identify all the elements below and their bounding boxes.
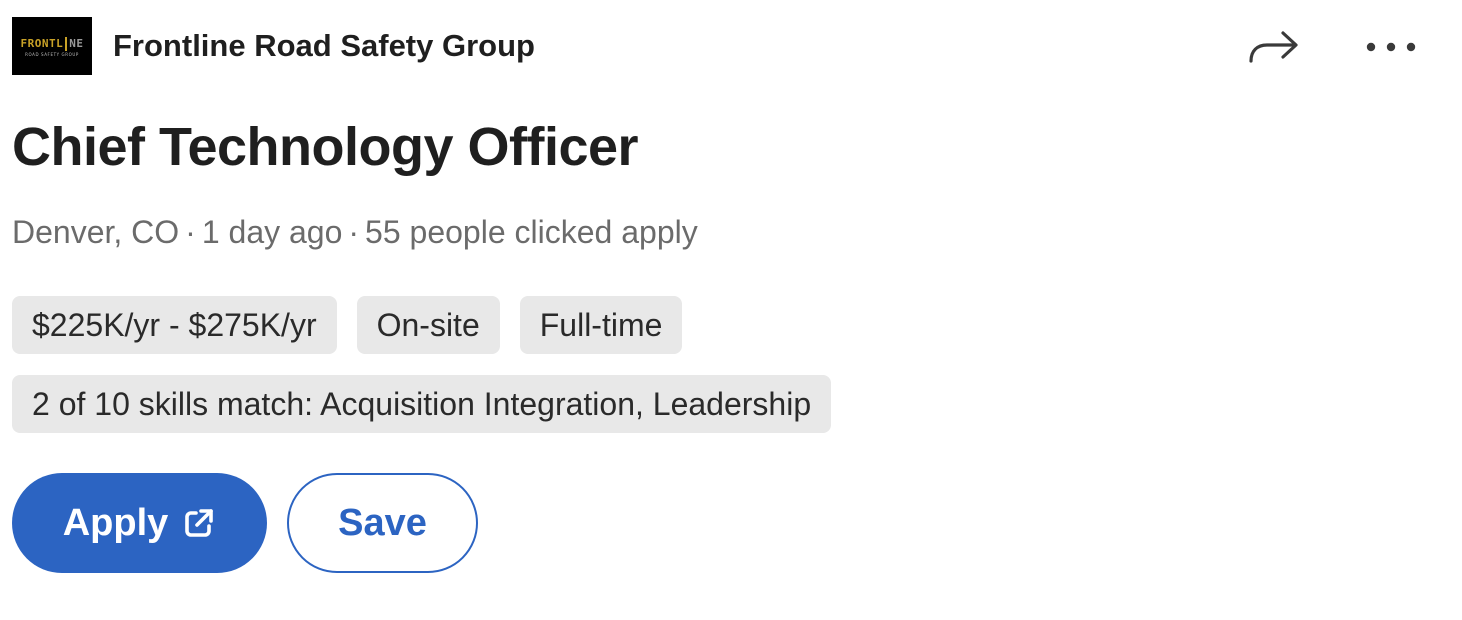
share-arrow-icon <box>1249 31 1298 63</box>
job-actions: Apply Save <box>12 473 478 573</box>
job-posted-time: 1 day ago <box>201 214 343 250</box>
company-logo[interactable]: FRONTL NE ROAD SAFETY GROUP <box>12 17 92 75</box>
workplace-type-pill: On-site <box>356 296 500 354</box>
more-options-button[interactable] <box>1358 22 1424 72</box>
meta-separator: · <box>185 214 196 250</box>
salary-pill: $225K/yr - $275K/yr <box>12 296 337 354</box>
job-applicant-count: 55 people clicked apply <box>365 214 698 250</box>
job-insight-pills: $225K/yr - $275K/yr On-site Full-time <box>12 296 683 354</box>
apply-button[interactable]: Apply <box>12 473 267 573</box>
company-header: FRONTL NE ROAD SAFETY GROUP Frontline Roa… <box>12 17 535 75</box>
share-button[interactable] <box>1240 22 1306 72</box>
apply-button-label: Apply <box>62 501 169 544</box>
job-title: Chief Technology Officer <box>12 117 639 177</box>
job-location: Denver, CO <box>12 214 180 250</box>
more-horizontal-icon <box>1366 42 1416 52</box>
skills-row: 2 of 10 skills match: Acquisition Integr… <box>12 375 832 433</box>
logo-wordmark: FRONTL NE <box>20 37 84 51</box>
logo-tagline: ROAD SAFETY GROUP <box>25 52 79 57</box>
company-name[interactable]: Frontline Road Safety Group <box>113 28 535 64</box>
external-link-icon <box>185 509 214 537</box>
skills-match-pill[interactable]: 2 of 10 skills match: Acquisition Integr… <box>12 375 832 433</box>
employment-type-pill: Full-time <box>519 296 683 354</box>
save-button[interactable]: Save <box>287 473 478 573</box>
meta-separator: · <box>348 214 360 250</box>
job-meta: Denver, CO · 1 day ago · 55 people clicked a… <box>12 210 698 254</box>
